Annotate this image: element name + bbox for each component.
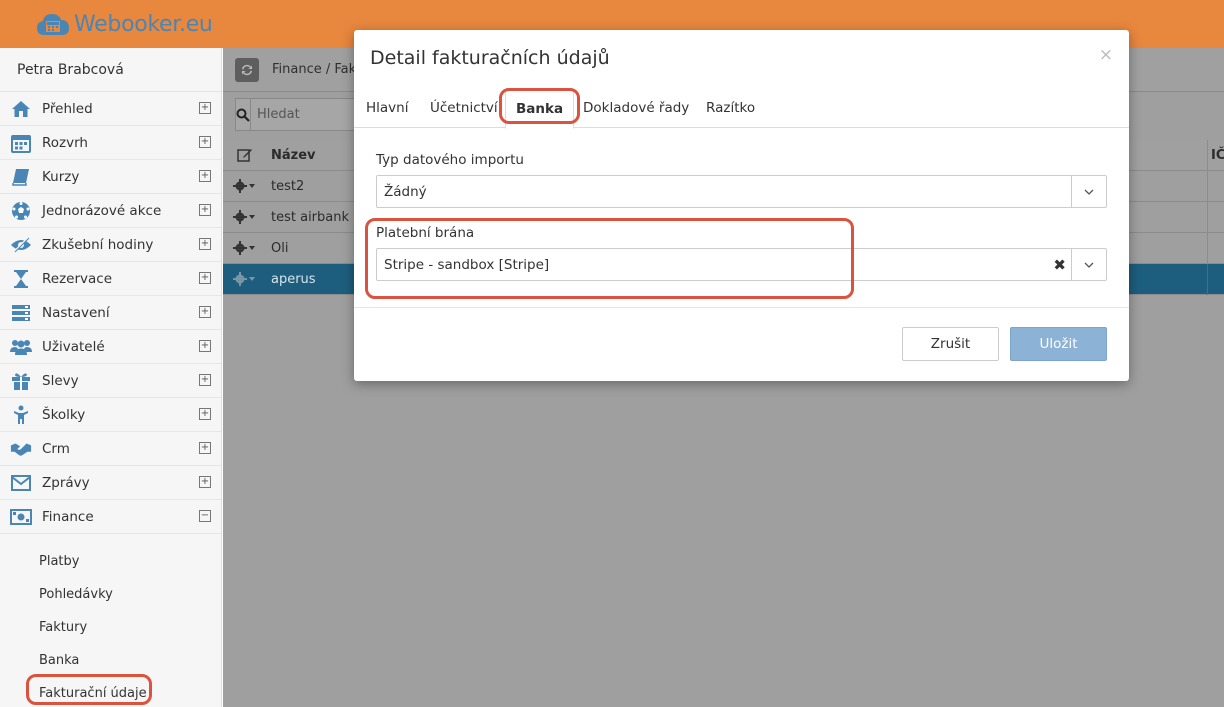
sidebar-item-label: Školky [42, 406, 86, 423]
expand-icon[interactable]: + [199, 442, 211, 454]
sidebar-subitem-pohledavky[interactable]: Pohledávky [0, 578, 221, 611]
gear-dropdown-icon[interactable] [233, 241, 257, 255]
sidebar-item-label: Nastavení [42, 304, 110, 321]
expand-icon[interactable]: + [199, 476, 211, 488]
sidebar-item-label: Kurzy [42, 168, 80, 185]
sidebar-item-jednorazove-akce[interactable]: Jednorázové akce + [0, 194, 221, 228]
soccer-ball-icon [10, 200, 32, 222]
tab-razitko[interactable]: Razítko [706, 100, 755, 116]
handshake-icon [10, 438, 32, 460]
table-cell-name: aperus [271, 271, 316, 287]
search-icon [236, 108, 250, 122]
table-cell-name: test airbank [271, 209, 350, 225]
expand-icon[interactable]: + [199, 408, 211, 420]
column-header-name[interactable]: Název [267, 148, 316, 163]
sidebar-item-zpravy[interactable]: Zprávy + [0, 466, 221, 500]
modal-divider [354, 307, 1129, 308]
sidebar-item-crm[interactable]: Crm + [0, 432, 221, 466]
expand-icon[interactable]: + [199, 374, 211, 386]
sidebar-item-nastaveni[interactable]: Nastavení + [0, 296, 221, 330]
gear-dropdown-icon[interactable] [233, 179, 257, 193]
money-icon [10, 506, 32, 528]
expand-icon[interactable]: + [199, 272, 211, 284]
sidebar-subitem-faktury[interactable]: Faktury [0, 611, 221, 644]
expand-icon[interactable]: + [199, 306, 211, 318]
import-type-value: Žádný [384, 183, 427, 200]
expand-icon[interactable]: + [199, 170, 211, 182]
modal-tabs: Hlavní Účetnictví Banka Dokladové řady R… [354, 90, 1129, 129]
import-type-label: Typ datového importu [376, 152, 524, 168]
clear-icon[interactable]: ✖ [1053, 256, 1066, 274]
highlight-annotation [365, 218, 854, 299]
modal-title: Detail fakturačních údajů [370, 47, 610, 69]
sidebar: Petra Brabcová Přehled + Rozvrh + Kurzy … [0, 48, 222, 707]
collapse-icon[interactable]: − [199, 510, 211, 522]
sidebar-item-label: Finance [42, 508, 94, 525]
brand-logo[interactable]: Webooker.eu [36, 9, 213, 39]
sidebar-item-label: Uživatelé [42, 338, 105, 355]
sidebar-subitem-platby[interactable]: Platby [0, 545, 221, 578]
save-button[interactable]: Uložit [1010, 327, 1107, 361]
sidebar-item-rozvrh[interactable]: Rozvrh + [0, 126, 221, 160]
sidebar-item-finance[interactable]: Finance − [0, 500, 221, 534]
sidebar-user-name[interactable]: Petra Brabcová [0, 48, 221, 92]
sidebar-item-slevy[interactable]: Slevy + [0, 364, 221, 398]
sidebar-item-label: Rozvrh [42, 134, 88, 151]
sidebar-item-label: Přehled [42, 100, 93, 117]
sidebar-item-label: Zprávy [42, 474, 90, 491]
chevron-down-icon[interactable] [1071, 176, 1106, 207]
sidebar-item-kurzy[interactable]: Kurzy + [0, 160, 221, 194]
calendar-cloud-icon [37, 14, 69, 35]
gear-dropdown-icon[interactable] [233, 210, 257, 224]
tab-dokladove-rady[interactable]: Dokladové řady [583, 100, 689, 116]
sidebar-item-label: Zkušební hodiny [42, 236, 154, 253]
hourglass-icon [10, 268, 32, 290]
sidebar-item-label: Slevy [42, 372, 79, 389]
table-cell-name: test2 [271, 178, 305, 194]
refresh-button[interactable] [235, 58, 259, 82]
edit-icon[interactable] [237, 147, 253, 163]
expand-icon[interactable]: + [199, 238, 211, 250]
sidebar-item-label: Rezervace [42, 270, 113, 287]
server-icon [10, 302, 32, 324]
sidebar-item-label: Crm [42, 440, 70, 457]
expand-icon[interactable]: + [199, 136, 211, 148]
sidebar-subitem-banka[interactable]: Banka [0, 644, 221, 677]
sidebar-item-uzivatele[interactable]: Uživatelé + [0, 330, 221, 364]
highlight-annotation [499, 88, 580, 124]
users-icon [10, 336, 32, 358]
expand-icon[interactable]: + [199, 340, 211, 352]
tab-ucetnictvi[interactable]: Účetnictví [430, 100, 498, 116]
brand-name: Webooker.eu [74, 11, 213, 37]
expand-icon[interactable]: + [199, 102, 211, 114]
sidebar-item-label: Jednorázové akce [42, 202, 162, 219]
close-icon[interactable]: × [1099, 45, 1113, 65]
search-button[interactable] [236, 99, 251, 130]
import-type-select[interactable]: Žádný [376, 175, 1107, 208]
book-icon [10, 166, 32, 188]
tab-hlavni[interactable]: Hlavní [366, 100, 408, 116]
eye-slash-icon [10, 234, 32, 256]
billing-detail-modal: Detail fakturačních údajů × Hlavní Účetn… [354, 30, 1129, 381]
sidebar-item-prehled[interactable]: Přehled + [0, 92, 221, 126]
envelope-icon [10, 472, 32, 494]
chevron-down-icon[interactable] [1071, 249, 1106, 280]
sidebar-item-skolky[interactable]: Školky + [0, 398, 221, 432]
home-icon [10, 98, 32, 120]
highlight-annotation [26, 674, 152, 705]
calendar-icon [10, 132, 32, 154]
cancel-button[interactable]: Zrušit [902, 327, 999, 361]
breadcrumb: Finance / Fak [272, 62, 357, 77]
expand-icon[interactable]: + [199, 204, 211, 216]
refresh-icon [242, 64, 252, 76]
gear-dropdown-icon[interactable] [233, 272, 257, 286]
column-header-ic[interactable]: IČ [1211, 148, 1224, 163]
table-cell-name: Oli [271, 240, 289, 256]
gift-icon [10, 370, 32, 392]
child-icon [10, 404, 32, 426]
sidebar-item-zkusebni-hodiny[interactable]: Zkušební hodiny + [0, 228, 221, 262]
sidebar-item-rezervace[interactable]: Rezervace + [0, 262, 221, 296]
